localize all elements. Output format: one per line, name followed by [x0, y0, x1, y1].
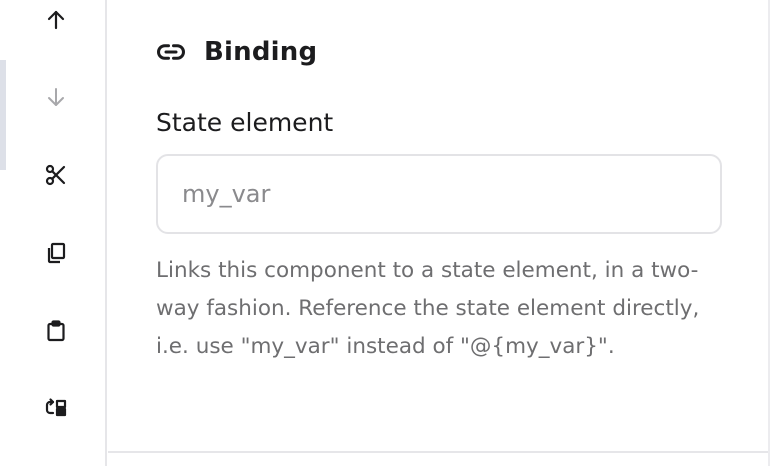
move-down-button[interactable] — [41, 82, 71, 112]
move-up-button[interactable] — [41, 5, 71, 35]
copy-button[interactable] — [41, 238, 71, 268]
panel-divider — [108, 451, 770, 453]
arrow-up-icon — [47, 10, 65, 30]
panel-edge — [768, 0, 770, 466]
cut-button[interactable] — [41, 160, 71, 190]
state-element-label: State element — [156, 108, 334, 137]
scissors-icon — [45, 164, 66, 186]
section-title: Binding — [204, 37, 318, 67]
arrow-down-icon — [48, 88, 64, 106]
link-icon — [156, 37, 186, 67]
copy-icon — [47, 242, 66, 264]
component-settings-view: Binding State element Links this compone… — [0, 0, 776, 466]
state-element-input[interactable] — [156, 154, 722, 234]
go-to-parent-button[interactable] — [41, 393, 71, 423]
binding-section: Binding State element Links this compone… — [108, 0, 770, 452]
binding-help-text: Links this component to a state element,… — [156, 258, 700, 359]
paste-button[interactable] — [41, 316, 71, 346]
component-toolbar — [6, 0, 107, 466]
go-to-parent-icon — [45, 398, 67, 417]
clipboard-icon — [47, 320, 65, 342]
section-header: Binding — [156, 34, 317, 70]
